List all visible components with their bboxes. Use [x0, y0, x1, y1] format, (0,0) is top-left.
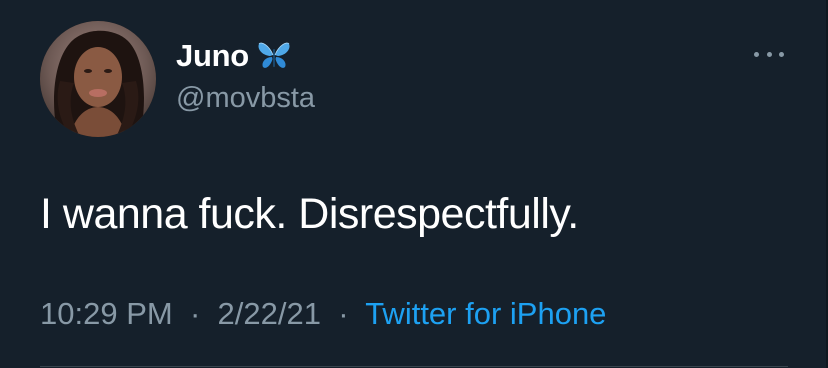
tweet-text: I wanna fuck. Disrespectfully. [40, 190, 579, 238]
display-name[interactable]: Juno [176, 38, 249, 74]
tweet-date[interactable]: 2/22/21 [218, 296, 321, 331]
meta-separator: · [329, 296, 358, 331]
butterfly-icon [257, 41, 291, 71]
author-name-row[interactable]: Juno [176, 36, 291, 76]
more-dot [766, 51, 772, 57]
tweet-metadata: 10:29 PM · 2/22/21 · Twitter for iPhone [40, 296, 606, 332]
tweet-card: Juno @movbsta I wanna fuck. Disrespectfu… [0, 0, 828, 368]
tweet-source-link[interactable]: Twitter for iPhone [365, 296, 606, 331]
tweet-time[interactable]: 10:29 PM [40, 296, 173, 331]
more-dot [779, 51, 784, 57]
author-handle[interactable]: @movbsta [176, 82, 315, 115]
meta-separator: · [181, 296, 209, 331]
avatar-photo [40, 21, 156, 137]
divider [40, 366, 788, 367]
avatar[interactable] [40, 21, 156, 137]
more-options-icon[interactable] [754, 48, 784, 60]
more-dot [754, 51, 759, 57]
